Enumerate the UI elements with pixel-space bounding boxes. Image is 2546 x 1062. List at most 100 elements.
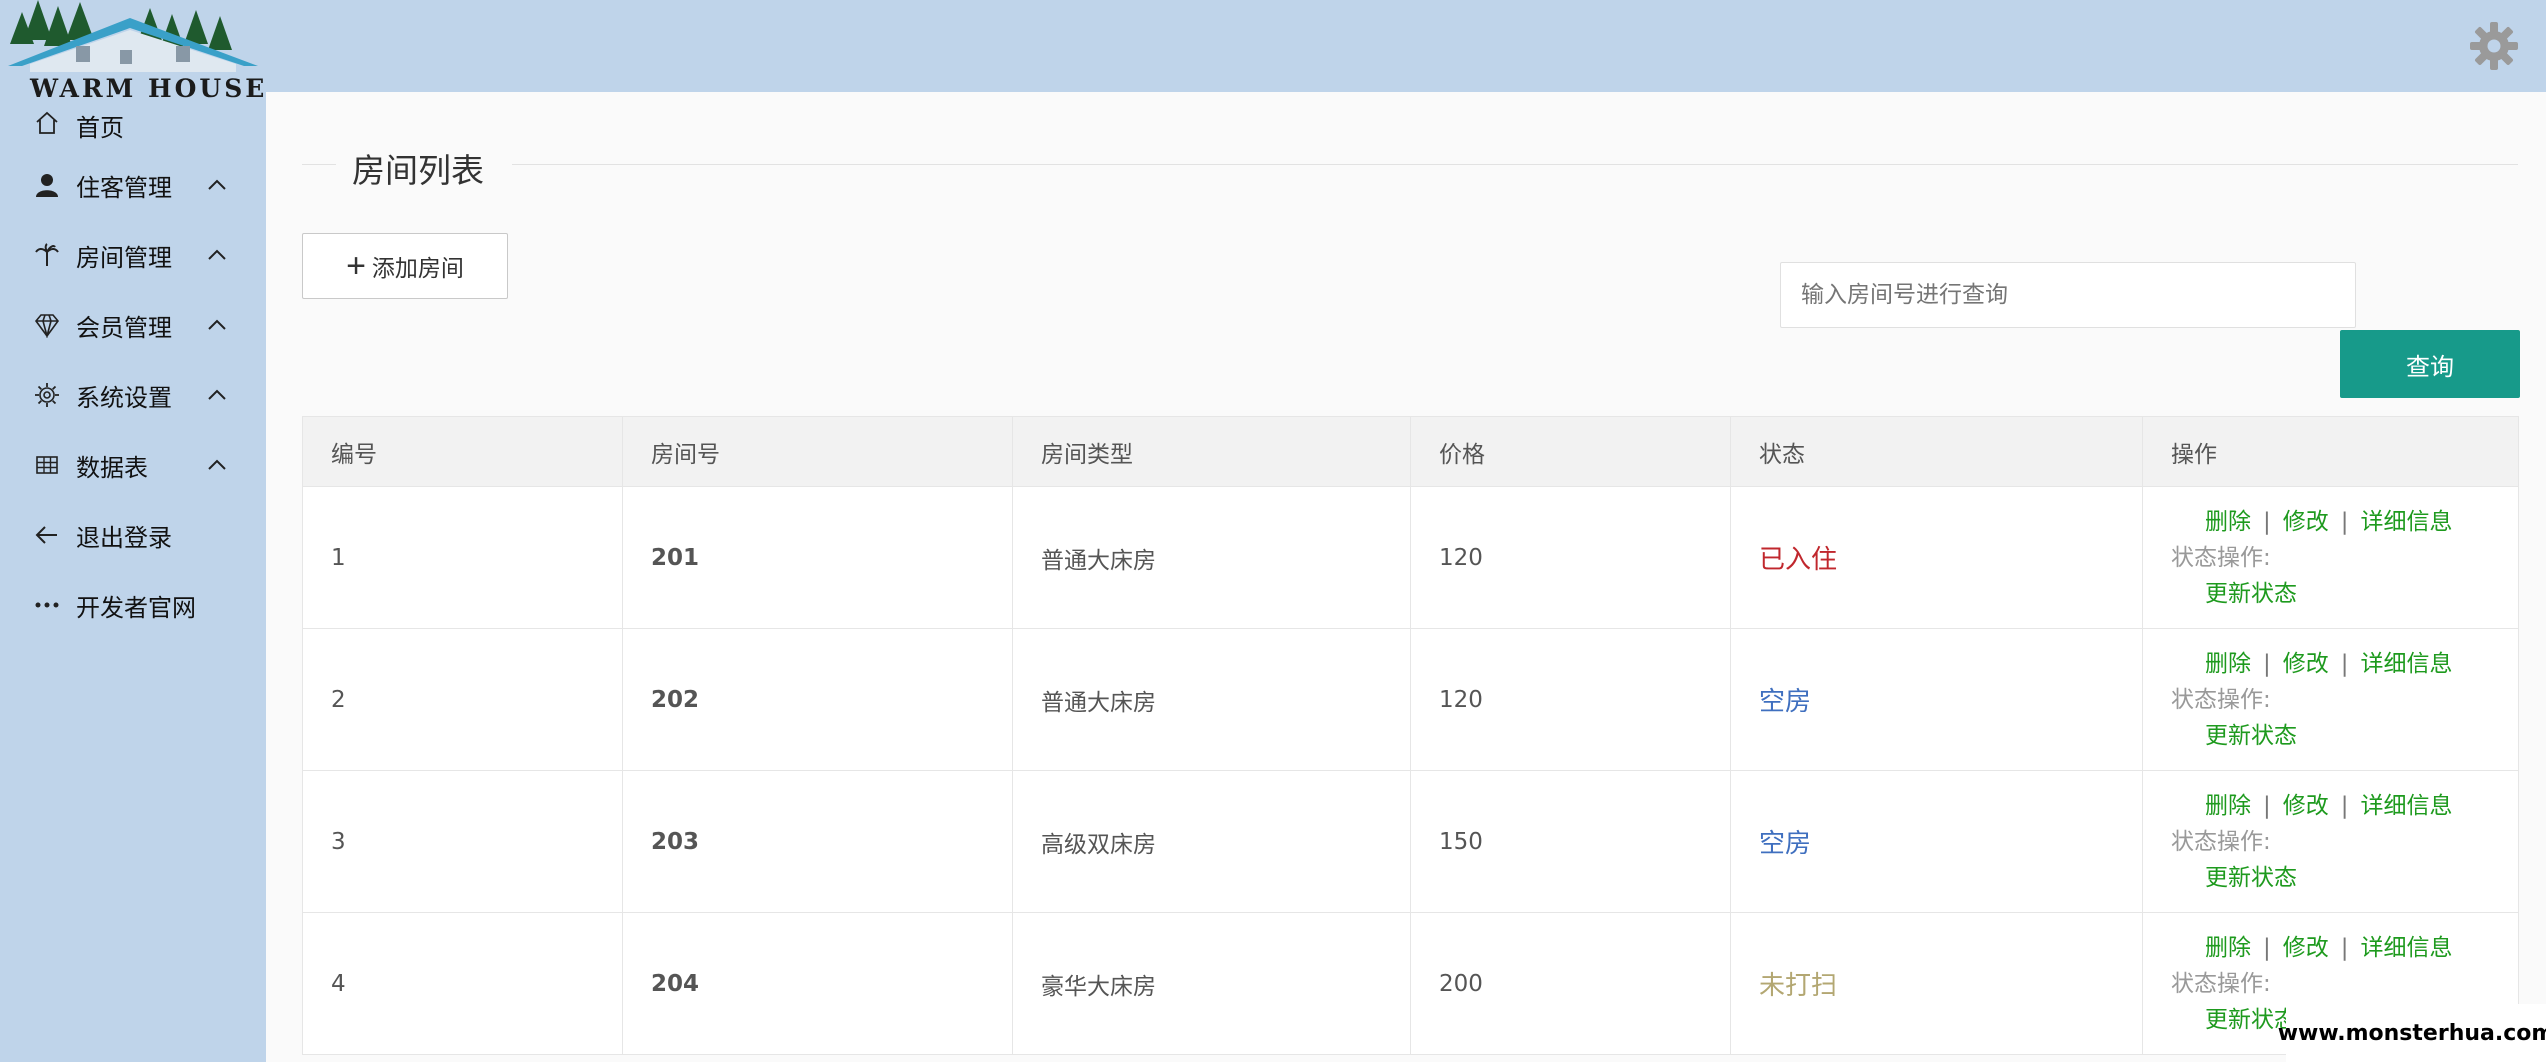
chevron-up-icon[interactable] [206, 174, 228, 196]
status-text: 未打扫 [1759, 971, 1838, 1001]
column-header-type: 房间类型 [1012, 416, 1411, 487]
arrow-left-icon [32, 520, 62, 550]
delete-link[interactable]: 删除 [2205, 793, 2251, 819]
gear-icon [32, 380, 62, 410]
column-header-actions: 操作 [2142, 416, 2519, 487]
table-row: 2 202 普通大床房 120 空房 删除 | 修改 | 详细信息 状态操作: 更新状态 [302, 628, 2519, 771]
column-header-status: 状态 [1730, 416, 2143, 487]
watermark: www.monsterhua.com [2278, 1004, 2546, 1062]
chevron-up-icon[interactable] [206, 314, 228, 336]
cell-id: 2 [302, 628, 623, 771]
sidebar-item-data-tables[interactable]: 数据表 [0, 430, 266, 500]
cell-price: 150 [1410, 770, 1731, 913]
delete-link[interactable]: 删除 [2205, 935, 2251, 961]
query-button[interactable]: 查询 [2340, 330, 2520, 398]
sidebar-item-label: 首页 [76, 114, 124, 142]
chevron-up-icon[interactable] [206, 244, 228, 266]
delete-link[interactable]: 删除 [2205, 509, 2251, 535]
divider-line [512, 164, 2518, 165]
sidebar-item-label: 系统设置 [76, 383, 172, 412]
edit-link[interactable]: 修改 [2283, 651, 2329, 677]
sidebar-item-label: 开发者官网 [76, 593, 196, 622]
chevron-up-icon[interactable] [206, 454, 228, 476]
diamond-icon [32, 310, 62, 340]
sidebar-item-home[interactable]: 首页 [0, 104, 266, 150]
cell-status: 空房 [1730, 770, 2143, 913]
chevron-up-icon[interactable] [206, 384, 228, 406]
add-room-button[interactable]: + 添加房间 [302, 233, 508, 299]
update-status-link[interactable]: 更新状态 [2205, 723, 2297, 749]
sidebar-item-system-settings[interactable]: 系统设置 [0, 360, 266, 430]
sidebar-item-label: 房间管理 [76, 243, 172, 272]
action-links: 删除 | 修改 | 详细信息 [2171, 646, 2490, 682]
sidebar-item-room-management[interactable]: 房间管理 [0, 220, 266, 290]
home-icon [32, 108, 62, 138]
separator: | [2263, 934, 2271, 961]
separator: | [2263, 508, 2271, 535]
more-icon [32, 590, 62, 620]
update-status-row: 更新状态 [2171, 576, 2490, 612]
sidebar-item-guest-management[interactable]: 住客管理 [0, 150, 266, 220]
status-text: 空房 [1759, 829, 1812, 859]
cell-actions: 删除 | 修改 | 详细信息 状态操作: 更新状态 [2142, 628, 2519, 771]
edit-link[interactable]: 修改 [2283, 509, 2329, 535]
edit-link[interactable]: 修改 [2283, 793, 2329, 819]
details-link[interactable]: 详细信息 [2361, 935, 2453, 961]
action-links: 删除 | 修改 | 详细信息 [2171, 930, 2490, 966]
cell-room-number: 201 [622, 486, 1013, 629]
sidebar: WARM HOUSE 首页 住客管理 房间管理 会员管理 系统设置 数据表 退出… [0, 0, 266, 1062]
update-status-link[interactable]: 更新状态 [2205, 865, 2297, 891]
sidebar-item-logout[interactable]: 退出登录 [0, 500, 266, 570]
table-row: 1 201 普通大床房 120 已入住 删除 | 修改 | 详细信息 状态操作: 更新状… [302, 486, 2519, 629]
cell-room-type: 普通大床房 [1012, 628, 1411, 771]
sidebar-item-label: 退出登录 [76, 523, 172, 552]
column-header-id: 编号 [302, 416, 623, 487]
cell-price: 200 [1410, 912, 1731, 1055]
sidebar-item-member-management[interactable]: 会员管理 [0, 290, 266, 360]
cell-room-type: 高级双床房 [1012, 770, 1411, 913]
cell-room-number: 203 [622, 770, 1013, 913]
action-links: 删除 | 修改 | 详细信息 [2171, 788, 2490, 824]
brand-logo[interactable]: WARM HOUSE [0, 0, 266, 104]
delete-link[interactable]: 删除 [2205, 651, 2251, 677]
separator: | [2340, 650, 2349, 677]
update-status-row: 更新状态 [2171, 860, 2490, 896]
cell-room-type: 豪华大床房 [1012, 912, 1411, 1055]
top-header [0, 0, 2546, 92]
room-search-input[interactable] [1780, 262, 2356, 328]
cell-price: 120 [1410, 628, 1731, 771]
sidebar-item-label: 会员管理 [76, 313, 172, 342]
sidebar-nav: 首页 住客管理 房间管理 会员管理 系统设置 数据表 退出登录 开发者官网 [0, 104, 266, 640]
settings-gear-icon[interactable] [2468, 20, 2520, 72]
table-body: 1 201 普通大床房 120 已入住 删除 | 修改 | 详细信息 状态操作: 更新状… [302, 486, 2519, 1055]
cell-status: 未打扫 [1730, 912, 2143, 1055]
house-trees-logo-icon [8, 0, 258, 72]
divider-line [302, 164, 336, 165]
table-icon [32, 450, 62, 480]
cell-room-type: 普通大床房 [1012, 486, 1411, 629]
plus-icon: + [346, 247, 366, 285]
table-row: 4 204 豪华大床房 200 未打扫 删除 | 修改 | 详细信息 状态操作: 更新状… [302, 912, 2519, 1055]
section-header: 房间列表 [302, 144, 2518, 190]
status-operation-label: 状态操作: [2171, 544, 2271, 571]
update-status-link[interactable]: 更新状态 [2205, 581, 2297, 607]
details-link[interactable]: 详细信息 [2361, 651, 2453, 677]
update-status-row: 更新状态 [2171, 718, 2490, 754]
sidebar-item-label: 数据表 [76, 453, 148, 482]
sidebar-item-developer-site[interactable]: 开发者官网 [0, 570, 266, 640]
cell-status: 已入住 [1730, 486, 2143, 629]
edit-link[interactable]: 修改 [2283, 935, 2329, 961]
details-link[interactable]: 详细信息 [2361, 793, 2453, 819]
cell-room-number: 202 [622, 628, 1013, 771]
table-header-row: 编号 房间号 房间类型 价格 状态 操作 [302, 416, 2519, 487]
cell-actions: 删除 | 修改 | 详细信息 状态操作: 更新状态 [2142, 770, 2519, 913]
add-room-label: 添加房间 [371, 255, 464, 281]
cell-price: 120 [1410, 486, 1731, 629]
table-row: 3 203 高级双床房 150 空房 删除 | 修改 | 详细信息 状态操作: 更新状态 [302, 770, 2519, 913]
main-content: 房间列表 + 添加房间 查询 编号 房间号 房间类型 价格 状态 操作 [266, 92, 2546, 1062]
cell-room-number: 204 [622, 912, 1013, 1055]
status-operation-label: 状态操作: [2171, 970, 2271, 997]
separator: | [2263, 650, 2271, 677]
cell-status: 空房 [1730, 628, 2143, 771]
details-link[interactable]: 详细信息 [2361, 509, 2453, 535]
